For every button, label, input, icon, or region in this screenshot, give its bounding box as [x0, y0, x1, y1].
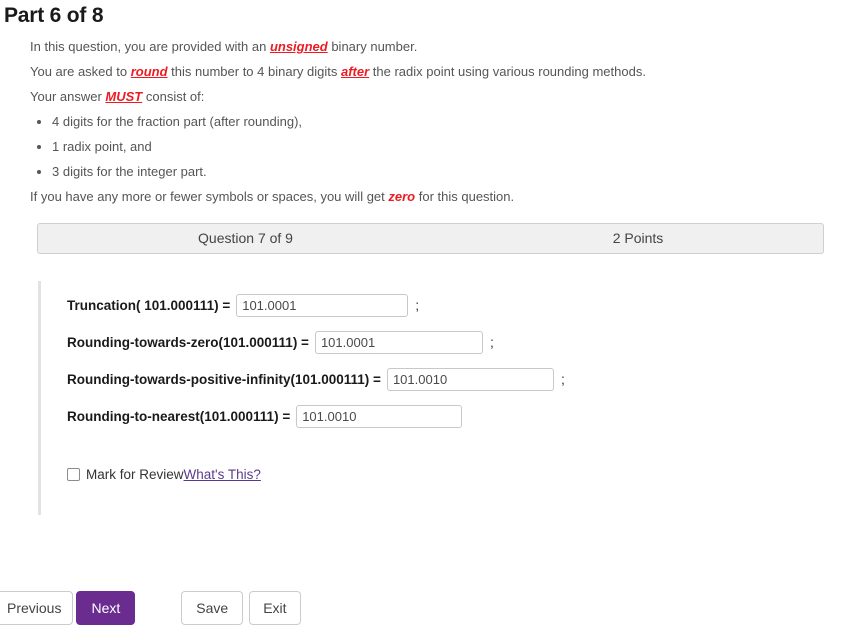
save-button[interactable]: Save [181, 591, 244, 625]
list-item: 1 radix point, and [52, 139, 852, 155]
question-points-label: 2 Points [612, 230, 664, 247]
next-button[interactable]: Next [76, 591, 136, 625]
page-title: Part 6 of 8 [4, 4, 104, 27]
answer-terminator-truncation: ; [415, 297, 420, 314]
instruction-line-2-mid: this number to 4 binary digits [167, 63, 341, 79]
answer-input-rounding-towards-positive-infinity[interactable] [386, 367, 554, 391]
answer-label-rounding-to-nearest: Rounding-to-nearest(101.000111) = [67, 408, 291, 424]
answer-terminator-rounding-towards-zero: ; [489, 334, 494, 351]
previous-button[interactable]: Previous [0, 591, 74, 625]
instruction-line-3-post: consist of: [142, 88, 205, 104]
answer-input-rounding-to-nearest[interactable] [296, 404, 463, 428]
instruction-line-2-pre: You are asked to [30, 63, 131, 79]
question-instructions: In this question, you are provided with … [0, 28, 852, 205]
requirements-list: 4 digits for the fraction part (after ro… [30, 114, 852, 180]
whats-this-link[interactable]: What's This? [184, 467, 261, 482]
question-number-label: Question 7 of 9 [198, 230, 293, 247]
emphasis-unsigned: unsigned [269, 39, 328, 54]
instruction-line-4-pre: If you have any more or fewer symbols or… [30, 188, 389, 204]
instruction-line-1: In this question, you are provided with … [30, 39, 852, 55]
answer-label-rounding-towards-positive-infinity: Rounding-towards-positive-infinity(101.0… [67, 371, 381, 387]
instruction-line-3: Your answer MUST consist of: [30, 88, 852, 105]
answer-label-truncation: Truncation( 101.000111) = [67, 297, 231, 313]
exit-button[interactable]: Exit [249, 591, 301, 625]
instruction-line-4-post: for this question. [415, 188, 515, 204]
mark-for-review-row: Mark for Review What's This? [67, 467, 852, 482]
emphasis-zero: zero [388, 188, 416, 204]
answer-label-rounding-towards-zero: Rounding-towards-zero(101.000111) = [67, 334, 309, 350]
answer-row-truncation: Truncation( 101.000111) = ; [67, 287, 852, 324]
instruction-line-4: If you have any more or fewer symbols or… [30, 188, 852, 205]
answer-terminator-rounding-towards-positive-infinity: ; [560, 371, 565, 388]
mark-for-review-checkbox[interactable] [67, 467, 80, 481]
answer-input-rounding-towards-zero[interactable] [314, 330, 483, 354]
instruction-line-3-pre: Your answer [30, 88, 106, 104]
instruction-line-2-post: the radix point using various rounding m… [369, 63, 646, 79]
footer-toolbar: Previous Next Save Exit [0, 591, 852, 625]
answer-row-rounding-to-nearest: Rounding-to-nearest(101.000111) = [67, 398, 852, 435]
instruction-line-1-post: binary number. [327, 39, 418, 54]
emphasis-must: MUST [105, 88, 143, 104]
list-item: 3 digits for the integer part. [52, 164, 852, 180]
answer-row-rounding-towards-positive-infinity: Rounding-towards-positive-infinity(101.0… [67, 361, 852, 398]
answer-panel: Truncation( 101.000111) = ; Rounding-tow… [38, 280, 852, 515]
instruction-line-1-pre: In this question, you are provided with … [30, 39, 270, 54]
instruction-line-2: You are asked to round this number to 4 … [30, 63, 852, 80]
emphasis-after: after [340, 63, 370, 79]
list-item: 4 digits for the fraction part (after ro… [52, 114, 852, 130]
answer-row-rounding-towards-zero: Rounding-towards-zero(101.000111) = ; [67, 324, 852, 361]
mark-for-review-label: Mark for Review [86, 466, 184, 482]
answer-input-truncation[interactable] [236, 293, 409, 317]
question-header-bar: Question 7 of 9 2 Points [37, 222, 824, 254]
emphasis-round: round [130, 63, 168, 79]
